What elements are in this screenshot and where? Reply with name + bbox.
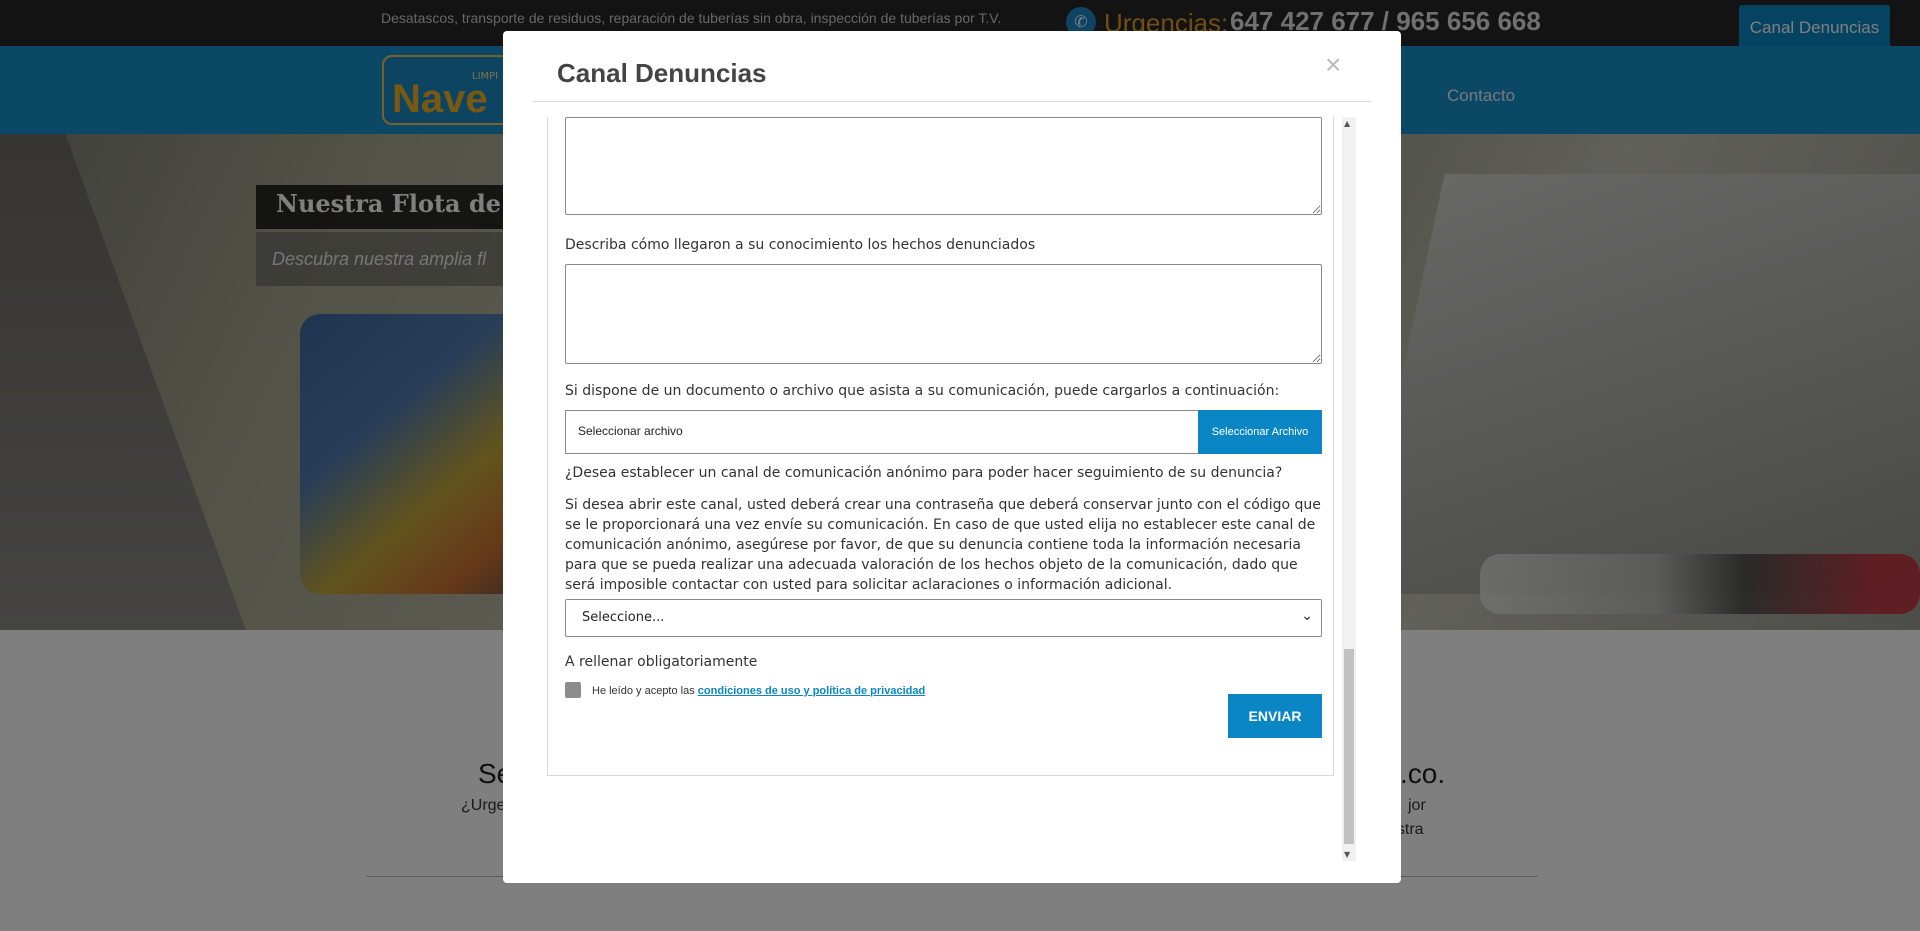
select-file-button[interactable]: Seleccionar Archivo — [1198, 410, 1322, 454]
documento-label: Si dispone de un documento o archivo que… — [565, 383, 1280, 399]
anon-channel-select[interactable]: Seleccione... ⌄ — [565, 599, 1322, 637]
scrollbar-thumb[interactable] — [1344, 649, 1354, 844]
close-icon[interactable]: × — [1325, 51, 1341, 79]
required-note: A rellenar obligatoriamente — [565, 654, 758, 670]
privacy-checkbox[interactable] — [565, 682, 581, 698]
submit-button[interactable]: ENVIAR — [1228, 694, 1322, 738]
privacy-checkbox-label: He leído y acepto las condiciones de uso… — [592, 685, 925, 697]
hechos-textarea[interactable] — [565, 117, 1322, 215]
denuncia-form: Describa cómo llegaron a su conocimiento… — [547, 117, 1334, 776]
modal-scrollbar[interactable]: ▲ ▼ — [1342, 117, 1356, 861]
anon-channel-select-value: Seleccione... — [582, 610, 665, 625]
privacy-policy-link[interactable]: condiciones de uso y política de privaci… — [698, 685, 925, 697]
modal-scroll-area[interactable]: Describa cómo llegaron a su conocimiento… — [547, 117, 1342, 813]
scroll-up-icon[interactable]: ▲ — [1344, 119, 1350, 128]
privacy-checkbox-text: He leído y acepto las — [592, 685, 695, 697]
file-upload-field[interactable]: Seleccionar archivo Seleccionar Archivo — [565, 410, 1322, 454]
conocimiento-textarea[interactable] — [565, 264, 1322, 364]
scroll-down-icon[interactable]: ▼ — [1344, 850, 1350, 859]
anon-paragraph: Si desea abrir este canal, usted deberá … — [565, 497, 1321, 593]
conocimiento-label: Describa cómo llegaron a su conocimiento… — [565, 237, 1036, 253]
file-upload-placeholder: Seleccionar archivo — [578, 424, 683, 438]
modal-title: Canal Denuncias — [557, 58, 767, 88]
canal-denuncias-modal: Canal Denuncias × Describa cómo llegaron… — [503, 31, 1401, 883]
chevron-down-icon: ⌄ — [1301, 608, 1313, 624]
anon-question: ¿Desea establecer un canal de comunicaci… — [565, 465, 1283, 481]
modal-header-divider — [533, 101, 1371, 102]
